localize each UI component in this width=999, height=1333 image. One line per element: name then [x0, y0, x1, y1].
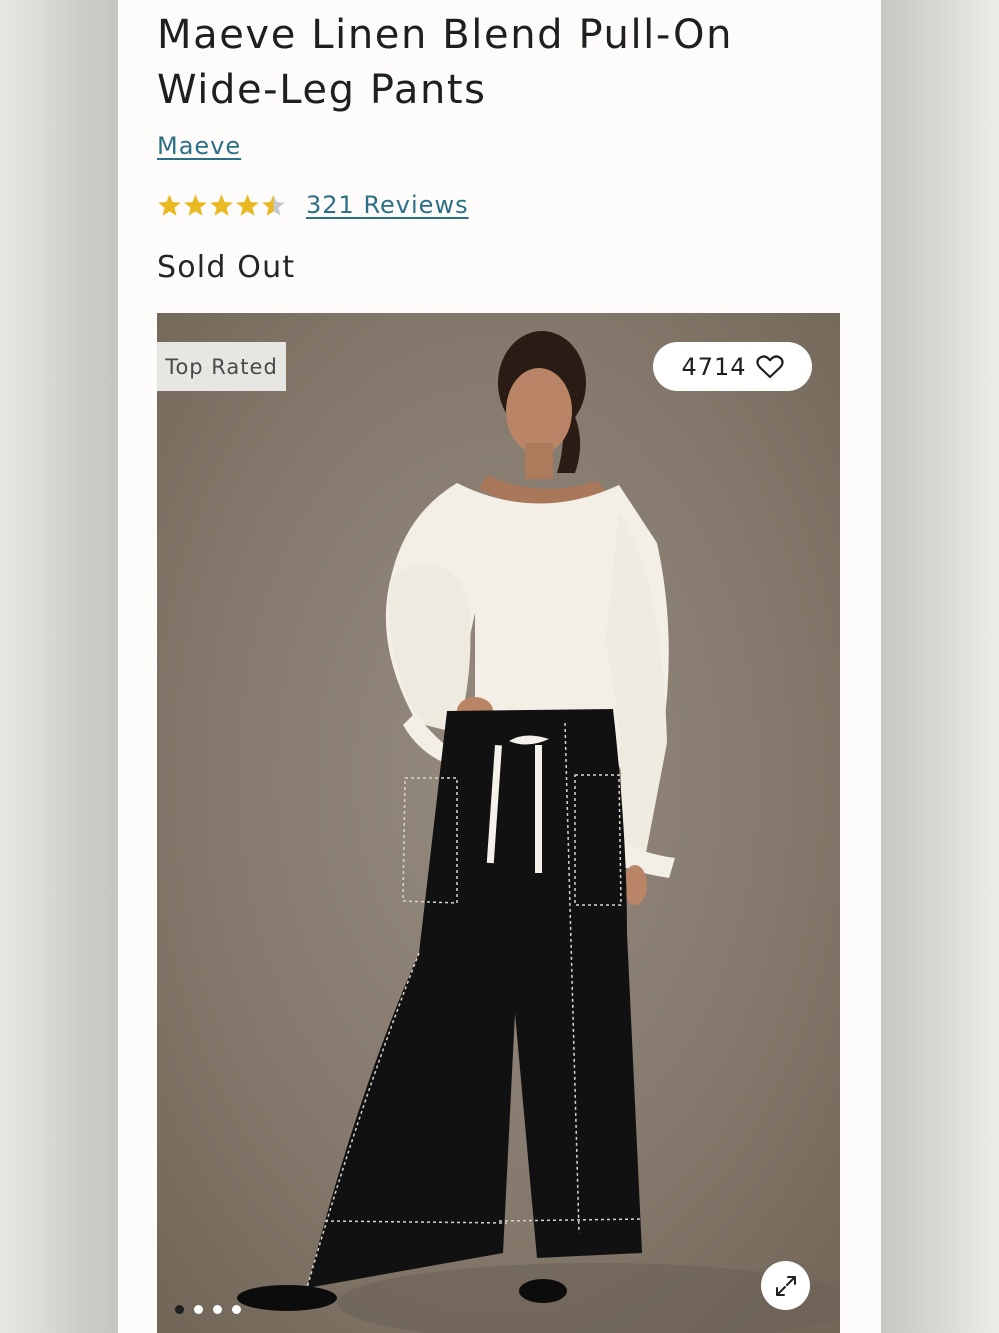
expand-arrows-icon [775, 1275, 796, 1296]
gallery-pagination [175, 1305, 241, 1314]
product-title: Maeve Linen Blend Pull-On Wide-Leg Pants [157, 12, 734, 113]
stock-status: Sold Out [157, 250, 296, 285]
pagination-dot[interactable] [232, 1305, 241, 1314]
expand-image-button[interactable] [761, 1261, 810, 1310]
star-icon [236, 194, 259, 216]
product-photo [157, 313, 840, 1333]
star-rating [157, 193, 286, 218]
pagination-dot[interactable] [213, 1305, 222, 1314]
heart-icon [755, 354, 784, 378]
product-image-gallery[interactable]: Top Rated 4714 [157, 313, 840, 1333]
star-icon [158, 194, 181, 216]
reviews-link[interactable]: 321 Reviews [306, 191, 469, 219]
favorites-count: 4714 [681, 352, 747, 381]
favorite-button[interactable]: 4714 [653, 342, 812, 391]
brand-link[interactable]: Maeve [157, 132, 241, 160]
star-icon [262, 194, 285, 216]
product-page: Maeve Linen Blend Pull-On Wide-Leg Pants… [118, 0, 881, 1333]
pagination-dot[interactable] [175, 1305, 184, 1314]
star-icon [184, 194, 207, 216]
pagination-dot[interactable] [194, 1305, 203, 1314]
star-icon [210, 194, 233, 216]
rating-row: 321 Reviews [157, 188, 469, 222]
top-rated-badge: Top Rated [157, 342, 286, 391]
